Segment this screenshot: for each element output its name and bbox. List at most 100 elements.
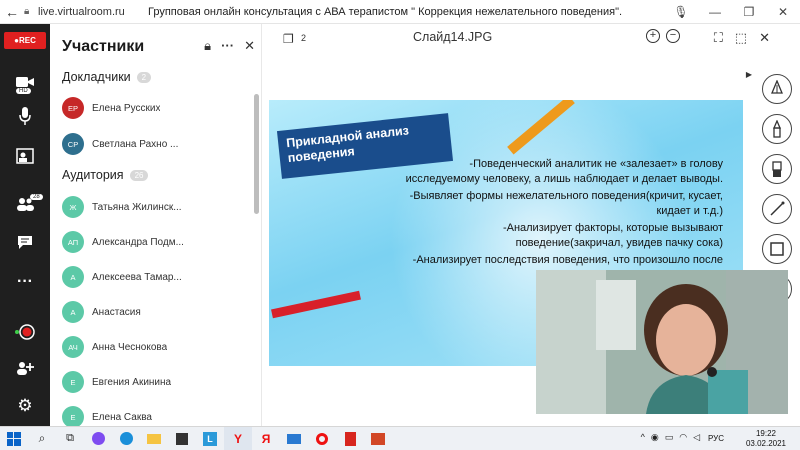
slides-icon[interactable]: ❐ <box>283 32 294 46</box>
view-controls: ⛶ ⬚ ✕ <box>714 30 770 46</box>
microphone-icon[interactable]: 🎙︎ <box>664 5 698 19</box>
participant-name: Татьяна Жилинск... <box>92 201 182 213</box>
restore-icon[interactable]: ❐ <box>732 5 766 19</box>
speakers-section: Докладчики 2 <box>62 70 152 84</box>
search-icon[interactable]: ⌕ <box>28 427 56 450</box>
participant-row[interactable]: Е Евгения Акинина <box>62 370 252 394</box>
participant-name: Евгения Акинина <box>92 376 172 388</box>
lock-icon: 🔒︎ <box>24 6 30 17</box>
language-indicator[interactable]: РУС <box>708 434 724 443</box>
participants-panel: Участники 🔒︎ ··· ✕ Докладчики 2 ЕР Елена … <box>50 24 262 428</box>
more-options-icon[interactable]: ··· <box>0 268 50 296</box>
page-title: Групповая онлайн консультация с АВА тера… <box>148 5 623 18</box>
alice-icon[interactable] <box>84 427 112 450</box>
back-arrow-icon[interactable]: ← <box>0 4 24 20</box>
yandex-icon[interactable]: Я <box>252 427 280 450</box>
zoom-out-icon[interactable]: − <box>666 29 680 43</box>
hd-badge: HD <box>16 88 31 94</box>
close-presentation-icon[interactable]: ✕ <box>759 30 770 46</box>
audience-count: 26 <box>129 169 149 181</box>
participant-row[interactable]: АЧ Анна Чеснокова <box>62 335 252 359</box>
participant-row[interactable]: АП Александра Подм... <box>62 230 252 254</box>
record-button[interactable] <box>0 318 50 346</box>
url-text[interactable]: live.virtualroom.ru <box>38 6 148 18</box>
slide-text-line: кидает и т.д.) <box>656 205 723 217</box>
slide-text-line: -Анализирует факторы, которые вызывают <box>502 222 723 234</box>
avatar: Е <box>62 406 84 428</box>
marker-tool-icon[interactable] <box>762 154 792 184</box>
clock[interactable]: 19:22 03.02.2021 <box>746 429 786 449</box>
avatar: ЕР <box>62 97 84 119</box>
wifi-icon[interactable]: ◠ <box>679 432 687 443</box>
audience-label: Аудитория <box>62 168 124 182</box>
audience-section: Аудитория 26 <box>62 168 149 182</box>
avatar: СР <box>62 133 84 155</box>
avatar: А <box>62 301 84 323</box>
l-app-icon[interactable]: L <box>196 427 224 450</box>
panel-scrollbar[interactable] <box>254 94 259 214</box>
participant-row[interactable]: А Анастасия <box>62 300 252 324</box>
tray-arrow-icon[interactable]: ^ <box>641 432 645 443</box>
participant-row[interactable]: ЕР Елена Русских <box>62 96 252 120</box>
participant-name: Анна Чеснокова <box>92 341 168 353</box>
participant-row[interactable]: Ж Татьяна Жилинск... <box>62 195 252 219</box>
close-panel-icon[interactable]: ✕ <box>244 38 255 54</box>
yandex-browser-icon[interactable]: Y <box>224 426 252 450</box>
avatar: Ж <box>62 196 84 218</box>
invite-user-button[interactable] <box>0 354 50 382</box>
powerpoint-icon[interactable] <box>364 427 392 450</box>
close-window-icon[interactable]: ✕ <box>766 5 800 19</box>
fullscreen-icon[interactable]: ⛶ <box>714 30 723 46</box>
slide-text-line: поведение(закричал, увидев пачку сока) <box>515 237 723 249</box>
edge-icon[interactable] <box>112 427 140 450</box>
presentation-area: ❐ 2 Слайд14.JPG + − ⛶ ⬚ ✕ Прикладной ана… <box>263 24 800 426</box>
slide-text-line: исследуемому человеку, а лишь наблюдает … <box>405 173 723 185</box>
microphone-button[interactable] <box>0 102 50 130</box>
participants-button[interactable] <box>0 190 50 218</box>
participant-row[interactable]: А Алексеева Тамар... <box>62 265 252 289</box>
speaker-video[interactable] <box>536 270 788 414</box>
share-screen-button[interactable] <box>0 142 50 170</box>
pdf-icon[interactable] <box>336 427 364 450</box>
screen: ← 🔒︎ live.virtualroom.ru Групповая онлай… <box>0 0 800 450</box>
chat-button[interactable] <box>0 228 50 256</box>
participant-name: Светлана Рахно ... <box>92 138 179 150</box>
task-view-icon[interactable]: ⧉ <box>56 427 84 450</box>
left-rail: ● REC HD 28 ··· ⚙︎ <box>0 24 50 426</box>
folder-icon[interactable] <box>140 427 168 450</box>
record-icon <box>15 324 35 340</box>
line-tool-icon[interactable] <box>762 194 792 224</box>
volume-icon[interactable]: ◁ <box>693 432 700 443</box>
fit-icon[interactable]: ⬚ <box>735 30 747 46</box>
brush-tool-icon[interactable] <box>762 114 792 144</box>
slides-count: 2 <box>301 33 307 43</box>
rec-badge[interactable]: ● REC <box>4 32 46 49</box>
battery-icon[interactable]: ▭ <box>665 432 674 443</box>
chat-icon <box>18 236 32 249</box>
participant-name: Алексеева Тамар... <box>92 271 182 283</box>
participant-name: Александра Подм... <box>92 236 184 248</box>
microphone-rail-icon <box>19 107 31 125</box>
minimize-icon[interactable]: — <box>698 5 732 19</box>
rectangle-tool-icon[interactable] <box>762 234 792 264</box>
mail-icon[interactable] <box>280 427 308 450</box>
network-icon[interactable]: ◉ <box>651 432 659 443</box>
zoom-in-icon[interactable]: + <box>646 29 660 43</box>
settings-gear-icon[interactable]: ⚙︎ <box>0 392 50 420</box>
system-tray: ^ ◉ ▭ ◠ ◁ <box>641 432 700 443</box>
opera-icon[interactable] <box>308 427 336 450</box>
participant-name: Елена Русских <box>92 102 161 114</box>
store-icon[interactable] <box>168 427 196 450</box>
participant-row[interactable]: СР Светлана Рахно ... <box>62 132 252 156</box>
panel-more-icon[interactable]: ··· <box>221 38 234 54</box>
slide-text-line: -Поведенческий аналитик не «залезает» в … <box>469 158 723 170</box>
lock-panel-icon[interactable]: 🔒︎ <box>204 38 211 54</box>
pen-tool-icon[interactable] <box>762 74 792 104</box>
speaker-video-frame <box>536 270 788 414</box>
avatar: А <box>62 266 84 288</box>
windows-start-icon[interactable] <box>0 427 28 450</box>
participant-name: Елена Саква <box>92 411 152 423</box>
user-board-icon <box>16 148 34 164</box>
file-name: Слайд14.JPG <box>413 30 493 44</box>
speakers-label: Докладчики <box>62 70 131 84</box>
